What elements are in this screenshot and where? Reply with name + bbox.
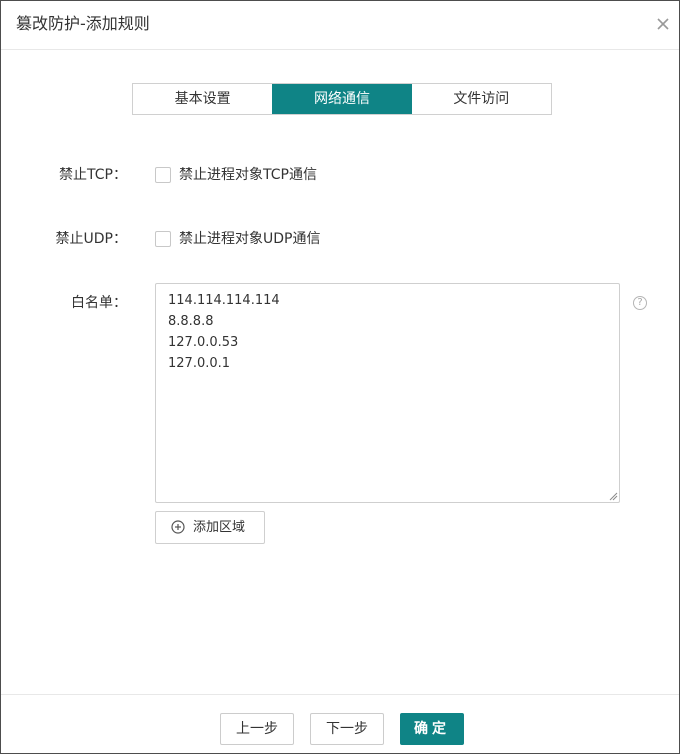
close-icon[interactable] bbox=[654, 15, 672, 33]
next-step-button[interactable]: 下一步 bbox=[310, 713, 384, 745]
udp-label: 禁止UDP： bbox=[55, 231, 127, 247]
tab-bar: 基本设置 网络通信 文件访问 bbox=[132, 83, 552, 115]
add-area-button[interactable]: 添加区域 bbox=[155, 511, 265, 544]
resize-grip-icon[interactable] bbox=[608, 491, 618, 501]
whitelist-label: 白名单： bbox=[71, 295, 127, 311]
dialog-header: 篡改防护-添加规则 bbox=[1, 1, 679, 50]
question-icon[interactable]: ? bbox=[633, 296, 647, 310]
whitelist-line: 114.114.114.114 bbox=[168, 293, 280, 308]
plus-circle-icon bbox=[171, 520, 185, 534]
dialog-title: 篡改防护-添加规则 bbox=[16, 14, 150, 33]
whitelist-textarea[interactable]: 114.114.114.114 8.8.8.8 127.0.0.53 127.0… bbox=[155, 283, 620, 503]
tcp-label: 禁止TCP： bbox=[59, 167, 127, 183]
tcp-option-text[interactable]: 禁止进程对象TCP通信 bbox=[179, 165, 317, 185]
tab-network-communication[interactable]: 网络通信 bbox=[272, 84, 412, 114]
prev-step-button[interactable]: 上一步 bbox=[220, 713, 294, 745]
tcp-checkbox[interactable] bbox=[155, 167, 171, 183]
dialog-footer: 上一步 下一步 确定 bbox=[1, 694, 679, 753]
udp-option-text[interactable]: 禁止进程对象UDP通信 bbox=[179, 229, 320, 249]
udp-checkbox[interactable] bbox=[155, 231, 171, 247]
whitelist-line: 127.0.0.53 bbox=[168, 335, 239, 350]
tab-file-access[interactable]: 文件访问 bbox=[411, 84, 551, 114]
confirm-button[interactable]: 确定 bbox=[400, 713, 464, 745]
add-rule-dialog: 篡改防护-添加规则 基本设置 网络通信 文件访问 禁止TCP： 禁止进程对象TC… bbox=[0, 0, 680, 754]
whitelist-line: 127.0.0.1 bbox=[168, 356, 231, 371]
tab-basic-settings[interactable]: 基本设置 bbox=[133, 84, 273, 114]
add-area-label: 添加区域 bbox=[193, 520, 246, 535]
whitelist-line: 8.8.8.8 bbox=[168, 314, 214, 329]
